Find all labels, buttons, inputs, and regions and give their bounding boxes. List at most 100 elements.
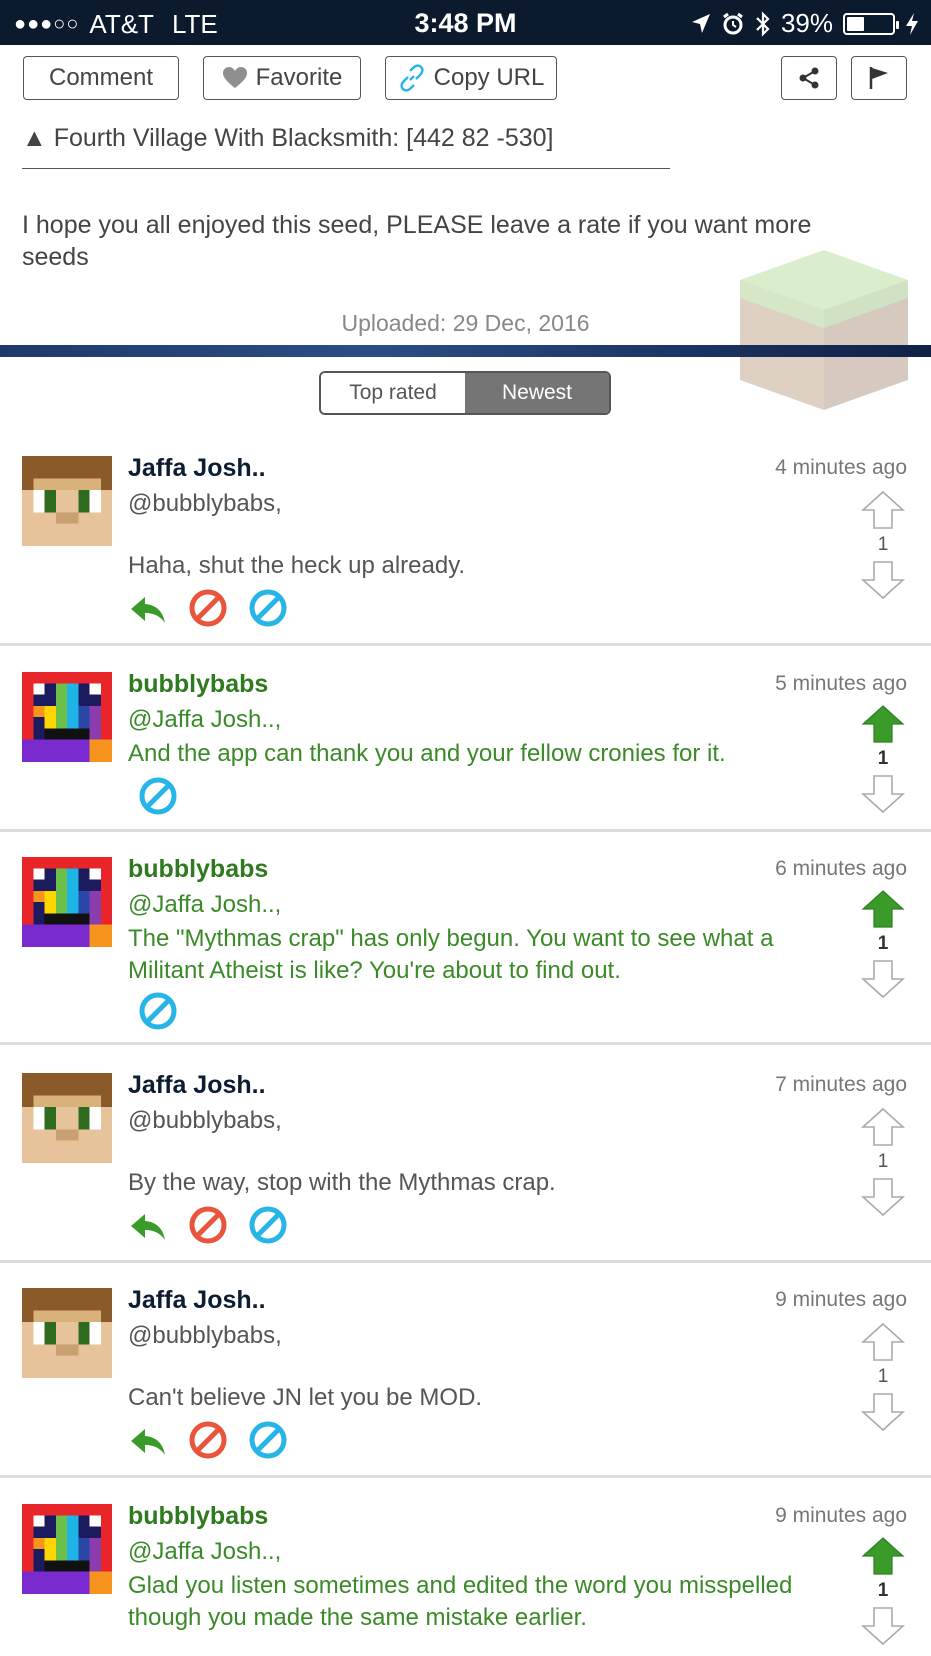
comment-time: 9 minutes ago <box>775 1288 907 1311</box>
seed-toolbar: Comment Favorite Copy URL <box>0 56 931 102</box>
comment-item: Jaffa Josh.. 9 minutes ago @bubblybabs, … <box>0 1268 931 1478</box>
comment-time: 4 minutes ago <box>775 456 907 479</box>
block-icon[interactable] <box>248 1205 288 1245</box>
downvote-arrow-icon[interactable] <box>860 1177 906 1217</box>
comment-item: Jaffa Josh.. 7 minutes ago @bubblybabs, … <box>0 1053 931 1263</box>
upvote-arrow-icon[interactable] <box>860 1322 906 1362</box>
divider-line <box>22 168 670 169</box>
comment-author[interactable]: Jaffa Josh.. <box>128 1071 266 1100</box>
section-divider <box>0 345 931 357</box>
avatar[interactable] <box>22 1504 112 1594</box>
comment-mention: @bubblybabs, <box>128 1107 282 1134</box>
comment-text: Can't believe JN let you be MOD. <box>128 1384 483 1411</box>
comment-button-label: Comment <box>48 64 154 91</box>
upvote-arrow-icon[interactable] <box>860 1107 906 1147</box>
comment-author[interactable]: bubblybabs <box>128 670 268 699</box>
comment-author[interactable]: Jaffa Josh.. <box>128 1286 266 1315</box>
comment-mention: @bubblybabs, <box>128 490 282 517</box>
report-button[interactable] <box>851 56 907 100</box>
sort-newest-tab[interactable]: Newest <box>465 373 609 413</box>
upvote-arrow-icon[interactable] <box>860 889 906 929</box>
comment-text: Haha, shut the heck up already. <box>128 552 466 579</box>
vote-control: 1 <box>859 704 907 814</box>
bubblybabs-avatar-icon <box>22 672 112 762</box>
block-icon[interactable] <box>138 991 178 1031</box>
downvote-arrow-icon[interactable] <box>860 959 906 999</box>
upvote-arrow-icon[interactable] <box>860 490 906 530</box>
link-icon <box>400 64 424 92</box>
comment-actions <box>138 991 178 1031</box>
location-icon <box>691 13 710 33</box>
vote-control: 1 <box>859 1536 907 1646</box>
comment-author[interactable]: bubblybabs <box>128 1502 268 1531</box>
jaffa-josh-avatar-icon <box>22 1073 112 1163</box>
downvote-arrow-icon[interactable] <box>860 1606 906 1646</box>
comment-mention: @Jaffa Josh.., <box>128 891 282 918</box>
downvote-arrow-icon[interactable] <box>860 774 906 814</box>
reply-icon[interactable] <box>128 1205 168 1245</box>
comment-author[interactable]: Jaffa Josh.. <box>128 454 266 483</box>
status-bar: ●●●○○ AT&T LTE 3:48 PM 39% <box>0 0 931 45</box>
comment-actions <box>138 776 178 816</box>
block-icon[interactable] <box>248 1420 288 1460</box>
upvote-arrow-icon[interactable] <box>860 704 906 744</box>
comment-actions <box>128 588 288 628</box>
flag-icon <box>869 67 888 89</box>
upvote-arrow-icon[interactable] <box>860 1536 906 1576</box>
share-icon <box>799 67 819 89</box>
avatar[interactable] <box>22 672 112 762</box>
comment-mention: @Jaffa Josh.., <box>128 706 282 733</box>
village-line: ▲ Fourth Village With Blacksmith: [442 8… <box>22 124 554 152</box>
heart-icon <box>222 67 247 88</box>
comment-time: 7 minutes ago <box>775 1073 907 1096</box>
battery-icon <box>843 12 899 35</box>
avatar[interactable] <box>22 1288 112 1378</box>
comment-item: Jaffa Josh.. 4 minutes ago @bubblybabs, … <box>0 436 931 646</box>
jaffa-josh-avatar-icon <box>22 456 112 546</box>
delete-icon[interactable] <box>188 588 228 628</box>
upload-date: Uploaded: 29 Dec, 2016 <box>341 310 590 336</box>
comment-sort-control: Top rated Newest <box>319 371 611 415</box>
comment-text: Glad you listen sometimes and edited the… <box>128 1572 793 1631</box>
comment-mention: @Jaffa Josh.., <box>128 1538 282 1565</box>
copy-url-button[interactable]: Copy URL <box>385 56 557 100</box>
favorite-button[interactable]: Favorite <box>203 56 361 100</box>
delete-icon[interactable] <box>188 1420 228 1460</box>
comment-item: bubblybabs 5 minutes ago @Jaffa Josh.., … <box>0 652 931 832</box>
reply-icon[interactable] <box>128 588 168 628</box>
vote-count: 1 <box>877 748 889 769</box>
avatar[interactable] <box>22 1073 112 1163</box>
comment-actions <box>128 1205 288 1245</box>
bubblybabs-avatar-icon <box>22 1504 112 1594</box>
bubblybabs-avatar-icon <box>22 857 112 947</box>
share-button[interactable] <box>781 56 837 100</box>
comment-text: By the way, stop with the Mythmas crap. <box>128 1169 556 1196</box>
vote-count: 1 <box>877 1580 889 1601</box>
comment-item: bubblybabs 6 minutes ago @Jaffa Josh.., … <box>0 837 931 1045</box>
downvote-arrow-icon[interactable] <box>860 560 906 600</box>
comment-time: 9 minutes ago <box>775 1504 907 1527</box>
vote-count: 1 <box>877 534 889 555</box>
vote-control: 1 <box>859 1107 907 1217</box>
comment-item: bubblybabs 9 minutes ago @Jaffa Josh.., … <box>0 1484 931 1656</box>
delete-icon[interactable] <box>188 1205 228 1245</box>
block-icon[interactable] <box>248 588 288 628</box>
comment-time: 5 minutes ago <box>775 672 907 695</box>
avatar[interactable] <box>22 456 112 546</box>
sort-top-rated-tab[interactable]: Top rated <box>321 373 465 413</box>
comment-button[interactable]: Comment <box>23 56 179 100</box>
comment-author[interactable]: bubblybabs <box>128 855 268 884</box>
downvote-arrow-icon[interactable] <box>860 1392 906 1432</box>
comment-text: And the app can thank you and your fello… <box>128 740 726 767</box>
vote-count: 1 <box>877 933 889 954</box>
block-icon[interactable] <box>138 776 178 816</box>
vote-control: 1 <box>859 490 907 600</box>
charging-icon <box>906 12 918 35</box>
reply-icon[interactable] <box>128 1420 168 1460</box>
vote-control: 1 <box>859 1322 907 1432</box>
comment-time: 6 minutes ago <box>775 857 907 880</box>
favorite-button-label: Favorite <box>255 64 343 91</box>
copy-url-button-label: Copy URL <box>433 64 545 91</box>
avatar[interactable] <box>22 857 112 947</box>
bluetooth-icon <box>756 10 770 37</box>
